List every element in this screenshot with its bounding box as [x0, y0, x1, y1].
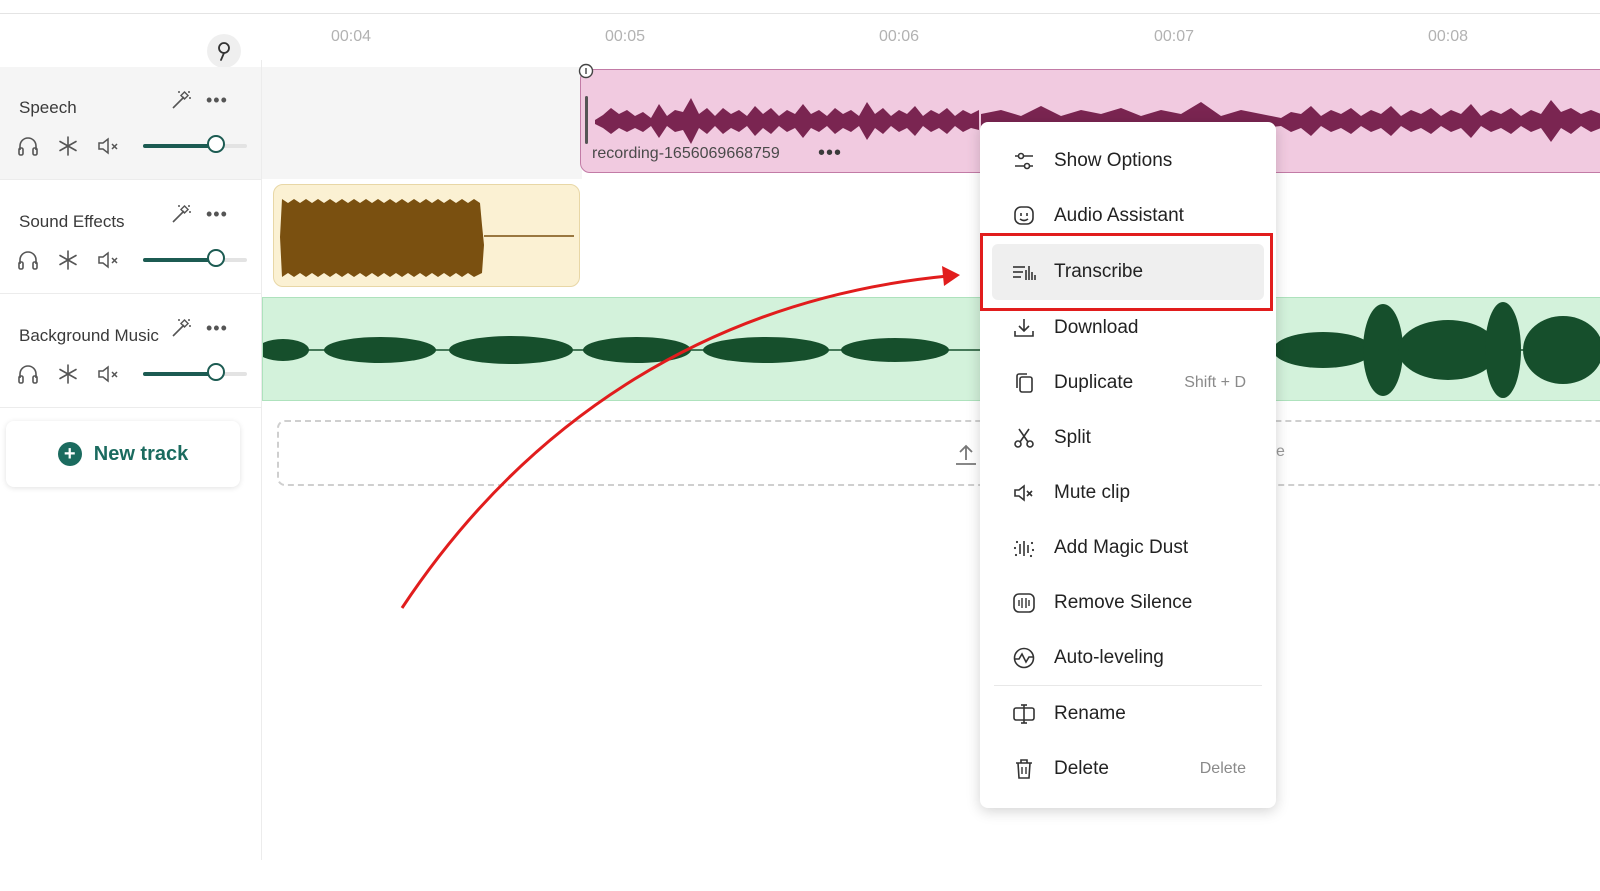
menu-item-duplicate[interactable]: Duplicate Shift + D	[992, 355, 1264, 411]
menu-item-label: Auto-leveling	[1054, 647, 1164, 668]
annotation-highlight-box	[980, 233, 1273, 311]
freeze-icon[interactable]	[57, 249, 79, 271]
menu-item-split[interactable]: Split	[992, 410, 1264, 466]
volume-slider[interactable]	[143, 363, 247, 381]
timeline-ruler[interactable]: 00:04 00:05 00:06 00:07 00:08	[0, 14, 1600, 68]
time-tick: 00:05	[605, 28, 646, 45]
plus-icon: +	[57, 442, 82, 466]
time-tick: 00:06	[879, 28, 920, 45]
menu-item-delete[interactable]: Delete Delete	[992, 741, 1264, 797]
menu-item-label: Show Options	[1054, 150, 1173, 171]
clip-context-menu: Show Options Audio Assistant Transcribe …	[980, 122, 1276, 808]
auto-level-icon	[1013, 647, 1035, 669]
speech-lane[interactable]	[262, 67, 582, 179]
freeze-icon[interactable]	[57, 135, 79, 157]
magic-wand-icon[interactable]	[170, 317, 192, 339]
clip-name: recording-1656069668759	[592, 145, 780, 162]
upload-icon	[956, 444, 976, 465]
freeze-icon[interactable]	[57, 363, 79, 385]
sfx-waveform	[280, 199, 574, 277]
sliders-icon	[1015, 152, 1033, 170]
clip-more-icon[interactable]: •••	[818, 143, 842, 163]
menu-item-shortcut: Shift + D	[1184, 374, 1246, 391]
volume-slider[interactable]	[143, 135, 247, 153]
remove-silence-icon	[1013, 593, 1035, 613]
track-header-background-music[interactable]: Background Music •••	[0, 295, 261, 408]
volume-slider-handle[interactable]	[207, 363, 225, 381]
rename-icon	[1013, 704, 1035, 724]
menu-item-label: Audio Assistant	[1054, 205, 1184, 226]
menu-item-auto-leveling[interactable]: Auto-leveling	[992, 630, 1264, 686]
menu-item-label: Split	[1054, 427, 1091, 448]
duplicate-icon	[1016, 373, 1033, 393]
new-track-label: New track	[93, 442, 189, 465]
time-tick: 00:07	[1154, 28, 1195, 45]
volume-slider-handle[interactable]	[207, 135, 225, 153]
menu-item-remove-silence[interactable]: Remove Silence	[992, 575, 1264, 631]
more-options-icon[interactable]: •••	[206, 205, 228, 223]
sound-effects-clip[interactable]	[273, 184, 580, 287]
headphones-icon[interactable]	[17, 364, 39, 384]
download-icon	[1014, 319, 1034, 337]
magic-dust-icon	[1013, 540, 1035, 558]
mute-icon[interactable]	[97, 136, 121, 156]
menu-item-add-magic-dust[interactable]: Add Magic Dust	[992, 520, 1264, 576]
magic-wand-icon[interactable]	[170, 203, 192, 225]
menu-item-label: Download	[1054, 317, 1139, 338]
more-options-icon[interactable]: •••	[206, 319, 228, 337]
menu-item-rename[interactable]: Rename	[992, 686, 1264, 742]
snap-playhead-button[interactable]	[207, 34, 241, 68]
dropzone-text: e	[1276, 443, 1285, 460]
menu-item-shortcut: Delete	[1199, 760, 1246, 777]
menu-item-label: Duplicate	[1054, 372, 1134, 393]
time-tick: 00:08	[1428, 28, 1469, 45]
magic-wand-icon[interactable]	[170, 89, 192, 111]
mute-icon	[1014, 484, 1033, 502]
volume-slider-handle[interactable]	[207, 249, 225, 267]
scissors-icon	[1014, 428, 1034, 448]
menu-item-mute-clip[interactable]: Mute clip	[992, 465, 1264, 521]
track-header-speech[interactable]: Speech •••	[0, 67, 261, 180]
time-tick: 00:04	[331, 28, 372, 45]
menu-item-label: Delete	[1054, 758, 1109, 779]
menu-item-label: Mute clip	[1054, 482, 1131, 503]
pin-icon	[218, 42, 230, 61]
track-name: Speech	[19, 98, 77, 117]
headphones-icon[interactable]	[17, 250, 39, 270]
track-name: Sound Effects	[19, 212, 125, 231]
background-music-clip[interactable]	[262, 297, 1600, 401]
track-header-sound-effects[interactable]: Sound Effects •••	[0, 181, 261, 294]
clip-start-marker[interactable]	[578, 62, 594, 80]
more-options-icon[interactable]: •••	[206, 91, 228, 109]
new-track-button[interactable]: + New track	[6, 421, 240, 487]
upload-dropzone[interactable]	[277, 420, 1600, 486]
menu-item-label: Add Magic Dust	[1054, 537, 1189, 558]
music-waveform	[263, 302, 1600, 398]
assistant-icon	[1014, 206, 1034, 225]
headphones-icon[interactable]	[17, 136, 39, 156]
sidebar-divider	[261, 60, 262, 860]
volume-slider[interactable]	[143, 249, 247, 267]
track-name: Background Music	[19, 326, 159, 345]
clip-trim-handle	[585, 96, 588, 144]
menu-item-label: Remove Silence	[1054, 592, 1193, 613]
mute-icon[interactable]	[97, 364, 121, 384]
mute-icon[interactable]	[97, 250, 121, 270]
menu-item-label: Rename	[1054, 703, 1126, 724]
menu-item-show-options[interactable]: Show Options	[992, 133, 1264, 189]
trash-icon	[1016, 759, 1032, 779]
